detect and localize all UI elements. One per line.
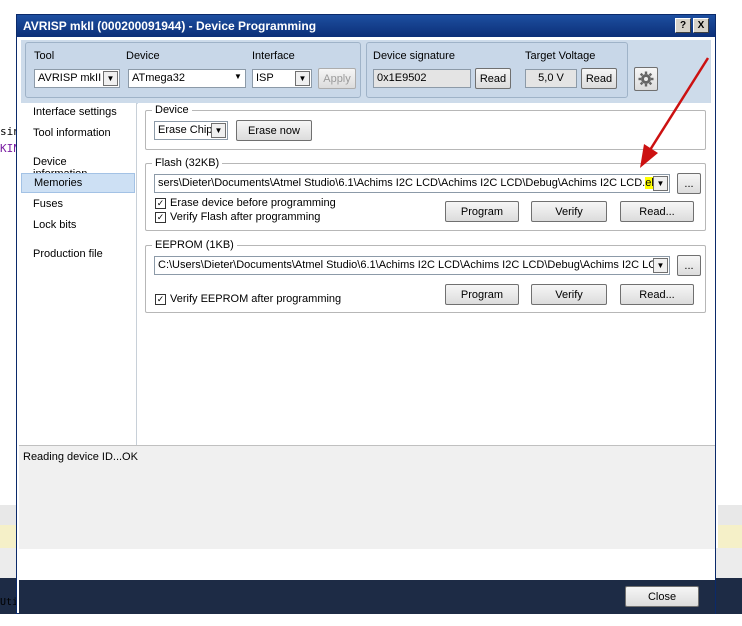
eeprom-file-input[interactable]: C:\Users\Dieter\Documents\Atmel Studio\6… xyxy=(154,256,670,275)
device-signature-field: 0x1E9502 xyxy=(373,69,471,88)
erase-before-checkbox[interactable]: ✓ xyxy=(155,198,166,209)
sidebar-item-tool-information[interactable]: Tool information xyxy=(21,124,135,144)
target-voltage-label: Target Voltage xyxy=(525,50,596,62)
toolbar-panel: Tool AVRISP mkII ▼ Device ATmega32 ▼ Int… xyxy=(21,40,711,104)
device-programming-dialog: AVRISP mkII (000200091944) - Device Prog… xyxy=(16,14,716,614)
sidebar-item-lock-bits[interactable]: Lock bits xyxy=(21,216,135,236)
tool-label: Tool xyxy=(34,50,55,62)
chevron-down-icon[interactable]: ▼ xyxy=(103,71,118,86)
status-output: Reading device ID...OK xyxy=(19,445,715,549)
chevron-down-icon[interactable]: ▼ xyxy=(211,123,226,138)
eeprom-section-title: EEPROM (1KB) xyxy=(152,239,237,251)
apply-button[interactable]: Apply xyxy=(318,68,356,89)
eeprom-fieldset: EEPROM (1KB) C:\Users\Dieter\Documents\A… xyxy=(145,239,706,313)
verify-flash-checkbox[interactable]: ✓ xyxy=(155,212,166,223)
read-signature-button[interactable]: Read xyxy=(475,68,511,89)
verify-eeprom-label: Verify EEPROM after programming xyxy=(170,293,342,305)
device-section-title: Device xyxy=(152,104,192,116)
eeprom-verify-button[interactable]: Verify xyxy=(531,284,607,305)
dialog-footer: Close xyxy=(19,580,715,614)
device-select[interactable]: ATmega32 xyxy=(128,69,246,88)
chevron-down-icon[interactable]: ▼ xyxy=(234,72,242,81)
annotation-arrow-icon xyxy=(640,57,710,168)
interface-label: Interface xyxy=(252,50,295,62)
erase-now-button[interactable]: Erase now xyxy=(236,120,312,141)
status-text: Reading device ID...OK xyxy=(23,451,138,463)
title-bar[interactable]: AVRISP mkII (000200091944) - Device Prog… xyxy=(17,15,715,37)
flash-file-input[interactable]: sers\Dieter\Documents\Atmel Studio\6.1\A… xyxy=(154,174,670,193)
chevron-down-icon[interactable]: ▼ xyxy=(653,258,668,273)
sidebar-item-memories[interactable]: Memories xyxy=(21,173,135,193)
eeprom-browse-button[interactable]: ... xyxy=(677,255,701,276)
eeprom-program-button[interactable]: Program xyxy=(445,284,519,305)
sidebar: Interface settings Tool information Devi… xyxy=(19,103,137,445)
window-title: AVRISP mkII (000200091944) - Device Prog… xyxy=(23,19,317,33)
flash-verify-button[interactable]: Verify xyxy=(531,201,607,222)
help-button[interactable]: ? xyxy=(675,18,691,33)
device-label: Device xyxy=(126,50,160,62)
eeprom-read-button[interactable]: Read... xyxy=(620,284,694,305)
close-button[interactable]: Close xyxy=(625,586,699,607)
flash-file-path: sers\Dieter\Documents\Atmel Studio\6.1\A… xyxy=(158,177,646,189)
read-voltage-button[interactable]: Read xyxy=(581,68,617,89)
sidebar-item-fuses[interactable]: Fuses xyxy=(21,195,135,215)
erase-before-label: Erase device before programming xyxy=(170,197,336,209)
sidebar-item-production-file[interactable]: Production file xyxy=(21,245,135,265)
flash-section-title: Flash (32KB) xyxy=(152,157,223,169)
verify-eeprom-checkbox[interactable]: ✓ xyxy=(155,294,166,305)
flash-program-button[interactable]: Program xyxy=(445,201,519,222)
verify-flash-label: Verify Flash after programming xyxy=(170,211,321,223)
sidebar-item-interface-settings[interactable]: Interface settings xyxy=(21,103,135,123)
signature-voltage-group: Device signature 0x1E9502 Read Target Vo… xyxy=(366,42,628,98)
chevron-down-icon[interactable]: ▼ xyxy=(295,71,310,86)
target-voltage-field: 5,0 V xyxy=(525,69,577,88)
tool-device-group: Tool AVRISP mkII ▼ Device ATmega32 ▼ Int… xyxy=(25,42,361,98)
device-signature-label: Device signature xyxy=(373,50,455,62)
sidebar-item-device-information[interactable]: Device information xyxy=(21,153,135,180)
flash-read-button[interactable]: Read... xyxy=(620,201,694,222)
close-window-button[interactable]: X xyxy=(693,18,709,33)
